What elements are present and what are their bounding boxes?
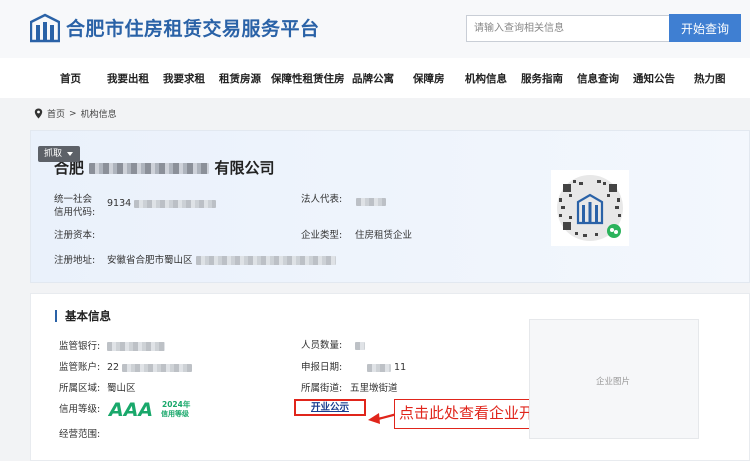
site-title[interactable]: 合肥市住房租赁交易服务平台 bbox=[66, 14, 320, 41]
redacted-account bbox=[122, 363, 193, 372]
company-type-label: 企业类型: bbox=[301, 230, 343, 241]
credit-code-prefix: 9134 bbox=[107, 198, 132, 209]
credit-rating-text: AAA bbox=[108, 399, 153, 420]
nav-item-public-housing[interactable]: 保障房 bbox=[413, 71, 445, 86]
redacted-legal-rep bbox=[356, 197, 386, 206]
company-type-value: 住房租赁企业 bbox=[355, 230, 413, 241]
district-label: 所属区域: bbox=[59, 383, 101, 394]
nav-item-listings[interactable]: 租赁房源 bbox=[219, 71, 261, 86]
building-logo-icon bbox=[30, 13, 60, 43]
company-image-label: 企业图片 bbox=[596, 377, 631, 387]
credit-rating-year: 2024年 bbox=[162, 399, 191, 409]
staff-count-value bbox=[355, 339, 365, 352]
account-prefix: 22 bbox=[107, 362, 120, 373]
address-prefix: 安徽省合肥市蜀山区 bbox=[107, 255, 193, 266]
nav-item-brand-apartment[interactable]: 品牌公寓 bbox=[352, 71, 394, 86]
report-date-value: 11 bbox=[367, 361, 406, 374]
registered-address-label: 注册地址: bbox=[54, 255, 96, 266]
nav-item-affordable-rental[interactable]: 保障性租赁住房 bbox=[271, 71, 345, 86]
legal-rep-value bbox=[356, 195, 386, 208]
header: 合肥市住房租赁交易服务平台 开始查询 bbox=[0, 0, 750, 58]
nav-item-seek-rent[interactable]: 我要求租 bbox=[163, 71, 205, 86]
credit-code-label-line2: 信用代码: bbox=[54, 207, 96, 218]
redacted-bank bbox=[107, 342, 165, 351]
street-value: 五里墩街道 bbox=[350, 383, 398, 394]
redacted-report-date bbox=[367, 363, 391, 372]
supervising-account-value: 22 bbox=[107, 361, 193, 374]
main-nav: 首页 我要出租 我要求租 租赁房源 保障性租赁住房 品牌公寓 保障房 机构信息 … bbox=[0, 58, 750, 98]
redacted-company-name bbox=[89, 163, 210, 174]
redacted-credit-code bbox=[134, 199, 217, 208]
nav-item-info-query[interactable]: 信息查询 bbox=[577, 71, 619, 86]
company-name: 合肥 有限公司 bbox=[54, 157, 275, 178]
nav-item-rent-out[interactable]: 我要出租 bbox=[107, 71, 149, 86]
credit-rating-aaa-badge: AAA 2024年 信用等级 bbox=[108, 399, 191, 420]
supervising-bank-label: 监管银行: bbox=[59, 341, 101, 352]
street-label: 所属街道: bbox=[301, 383, 343, 394]
report-date-suffix: 11 bbox=[394, 362, 407, 373]
breadcrumb-current: 机构信息 bbox=[80, 110, 117, 120]
supervising-bank-value bbox=[107, 340, 165, 353]
report-date-label: 申报日期: bbox=[301, 362, 343, 373]
basic-info-title: 基本信息 bbox=[55, 310, 111, 322]
district-value: 蜀山区 bbox=[107, 383, 136, 394]
location-pin-icon bbox=[34, 108, 43, 119]
qr-code-icon bbox=[551, 170, 629, 246]
red-arrow-icon bbox=[368, 412, 398, 424]
breadcrumb: 首页 > 机构信息 bbox=[34, 107, 117, 120]
legal-rep-label: 法人代表: bbox=[301, 194, 343, 205]
credit-rating-label: 信用等级: bbox=[59, 404, 101, 415]
company-name-suffix: 有限公司 bbox=[214, 159, 275, 177]
search-button[interactable]: 开始查询 bbox=[669, 14, 741, 42]
breadcrumb-home[interactable]: 首页 bbox=[47, 107, 65, 120]
registered-address-value: 安徽省合肥市蜀山区 bbox=[107, 254, 336, 267]
grab-dropdown-button[interactable]: 抓取 bbox=[38, 146, 80, 162]
nav-item-heatmap[interactable]: 热力图 bbox=[694, 71, 726, 86]
nav-item-notices[interactable]: 通知公告 bbox=[633, 71, 675, 86]
registered-capital-label: 注册资本: bbox=[54, 230, 96, 241]
supervising-account-label: 监管账户: bbox=[59, 362, 101, 373]
redacted-staff-count bbox=[355, 341, 365, 350]
credit-code-label-line1: 统一社会 bbox=[54, 194, 93, 205]
credit-code-value: 9134 bbox=[107, 197, 217, 210]
nav-item-home[interactable]: 首页 bbox=[60, 71, 81, 86]
staff-count-label: 人员数量: bbox=[301, 340, 343, 351]
nav-item-service-guide[interactable]: 服务指南 bbox=[521, 71, 563, 86]
breadcrumb-separator: > bbox=[69, 108, 77, 119]
business-scope-label: 经营范围: bbox=[59, 429, 101, 440]
open-notice-link[interactable]: 开业公示 bbox=[294, 399, 366, 416]
credit-rating-sub: 信用等级 bbox=[161, 409, 190, 418]
search-input[interactable] bbox=[466, 15, 670, 42]
redacted-address bbox=[195, 256, 336, 265]
nav-item-agency-info[interactable]: 机构信息 bbox=[465, 71, 507, 86]
